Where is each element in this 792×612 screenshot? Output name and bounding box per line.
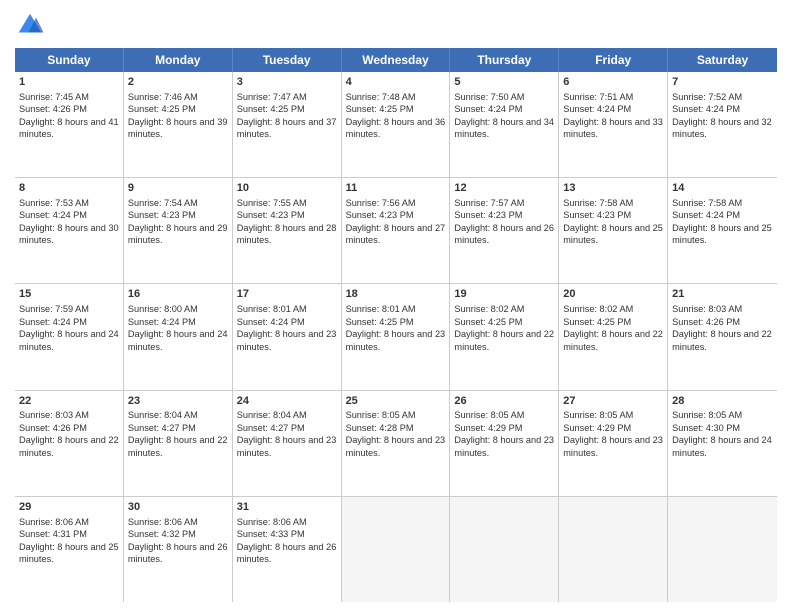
cal-cell-19: 19Sunrise: 8:02 AMSunset: 4:25 PMDayligh… [450, 284, 559, 389]
cal-cell-10: 10Sunrise: 7:55 AMSunset: 4:23 PMDayligh… [233, 178, 342, 283]
day-num: 30 [128, 500, 228, 515]
day-num: 4 [346, 75, 446, 90]
cal-cell-empty [342, 497, 451, 602]
day-num: 20 [563, 287, 663, 302]
cal-cell-empty [450, 497, 559, 602]
day-num: 15 [19, 287, 119, 302]
day-num: 1 [19, 75, 119, 90]
cal-week-3: 15Sunrise: 7:59 AMSunset: 4:24 PMDayligh… [15, 284, 777, 390]
day-num: 8 [19, 181, 119, 196]
day-num: 2 [128, 75, 228, 90]
day-num: 28 [672, 394, 773, 409]
cal-week-1: 1Sunrise: 7:45 AMSunset: 4:26 PMDaylight… [15, 72, 777, 178]
cal-cell-24: 24Sunrise: 8:04 AMSunset: 4:27 PMDayligh… [233, 391, 342, 496]
cal-cell-16: 16Sunrise: 8:00 AMSunset: 4:24 PMDayligh… [124, 284, 233, 389]
cal-week-2: 8Sunrise: 7:53 AMSunset: 4:24 PMDaylight… [15, 178, 777, 284]
cal-cell-9: 9Sunrise: 7:54 AMSunset: 4:23 PMDaylight… [124, 178, 233, 283]
cal-cell-25: 25Sunrise: 8:05 AMSunset: 4:28 PMDayligh… [342, 391, 451, 496]
day-num: 31 [237, 500, 337, 515]
day-num: 22 [19, 394, 119, 409]
cal-cell-3: 3Sunrise: 7:47 AMSunset: 4:25 PMDaylight… [233, 72, 342, 177]
cal-cell-31: 31Sunrise: 8:06 AMSunset: 4:33 PMDayligh… [233, 497, 342, 602]
day-num: 17 [237, 287, 337, 302]
day-num: 24 [237, 394, 337, 409]
day-num: 12 [454, 181, 554, 196]
cal-header-monday: Monday [124, 48, 233, 72]
cal-cell-27: 27Sunrise: 8:05 AMSunset: 4:29 PMDayligh… [559, 391, 668, 496]
day-num: 16 [128, 287, 228, 302]
day-num: 14 [672, 181, 773, 196]
cal-cell-26: 26Sunrise: 8:05 AMSunset: 4:29 PMDayligh… [450, 391, 559, 496]
day-num: 9 [128, 181, 228, 196]
day-num: 10 [237, 181, 337, 196]
cal-week-5: 29Sunrise: 8:06 AMSunset: 4:31 PMDayligh… [15, 497, 777, 602]
day-num: 26 [454, 394, 554, 409]
cal-cell-1: 1Sunrise: 7:45 AMSunset: 4:26 PMDaylight… [15, 72, 124, 177]
cal-week-4: 22Sunrise: 8:03 AMSunset: 4:26 PMDayligh… [15, 391, 777, 497]
day-num: 27 [563, 394, 663, 409]
cal-cell-2: 2Sunrise: 7:46 AMSunset: 4:25 PMDaylight… [124, 72, 233, 177]
day-num: 21 [672, 287, 773, 302]
cal-header-sunday: Sunday [15, 48, 124, 72]
cal-cell-11: 11Sunrise: 7:56 AMSunset: 4:23 PMDayligh… [342, 178, 451, 283]
cal-cell-7: 7Sunrise: 7:52 AMSunset: 4:24 PMDaylight… [668, 72, 777, 177]
day-num: 18 [346, 287, 446, 302]
cal-header-tuesday: Tuesday [233, 48, 342, 72]
cal-cell-8: 8Sunrise: 7:53 AMSunset: 4:24 PMDaylight… [15, 178, 124, 283]
day-num: 6 [563, 75, 663, 90]
logo [15, 10, 49, 40]
cal-cell-18: 18Sunrise: 8:01 AMSunset: 4:25 PMDayligh… [342, 284, 451, 389]
cal-cell-28: 28Sunrise: 8:05 AMSunset: 4:30 PMDayligh… [668, 391, 777, 496]
calendar-page: SundayMondayTuesdayWednesdayThursdayFrid… [0, 0, 792, 612]
cal-header-friday: Friday [559, 48, 668, 72]
cal-cell-empty [559, 497, 668, 602]
day-num: 13 [563, 181, 663, 196]
day-num: 11 [346, 181, 446, 196]
day-num: 23 [128, 394, 228, 409]
cal-cell-13: 13Sunrise: 7:58 AMSunset: 4:23 PMDayligh… [559, 178, 668, 283]
page-header [15, 10, 777, 40]
day-num: 3 [237, 75, 337, 90]
day-num: 5 [454, 75, 554, 90]
cal-cell-23: 23Sunrise: 8:04 AMSunset: 4:27 PMDayligh… [124, 391, 233, 496]
cal-cell-17: 17Sunrise: 8:01 AMSunset: 4:24 PMDayligh… [233, 284, 342, 389]
cal-header-thursday: Thursday [450, 48, 559, 72]
cal-cell-15: 15Sunrise: 7:59 AMSunset: 4:24 PMDayligh… [15, 284, 124, 389]
cal-cell-29: 29Sunrise: 8:06 AMSunset: 4:31 PMDayligh… [15, 497, 124, 602]
cal-header-wednesday: Wednesday [342, 48, 451, 72]
day-num: 29 [19, 500, 119, 515]
day-num: 19 [454, 287, 554, 302]
cal-header-saturday: Saturday [668, 48, 777, 72]
cal-cell-30: 30Sunrise: 8:06 AMSunset: 4:32 PMDayligh… [124, 497, 233, 602]
cal-cell-20: 20Sunrise: 8:02 AMSunset: 4:25 PMDayligh… [559, 284, 668, 389]
cal-cell-14: 14Sunrise: 7:58 AMSunset: 4:24 PMDayligh… [668, 178, 777, 283]
cal-cell-5: 5Sunrise: 7:50 AMSunset: 4:24 PMDaylight… [450, 72, 559, 177]
cal-cell-4: 4Sunrise: 7:48 AMSunset: 4:25 PMDaylight… [342, 72, 451, 177]
day-num: 25 [346, 394, 446, 409]
cal-cell-6: 6Sunrise: 7:51 AMSunset: 4:24 PMDaylight… [559, 72, 668, 177]
cal-cell-12: 12Sunrise: 7:57 AMSunset: 4:23 PMDayligh… [450, 178, 559, 283]
calendar-body: 1Sunrise: 7:45 AMSunset: 4:26 PMDaylight… [15, 72, 777, 602]
calendar-header: SundayMondayTuesdayWednesdayThursdayFrid… [15, 48, 777, 72]
day-num: 7 [672, 75, 773, 90]
logo-icon [15, 10, 45, 40]
cal-cell-21: 21Sunrise: 8:03 AMSunset: 4:26 PMDayligh… [668, 284, 777, 389]
calendar: SundayMondayTuesdayWednesdayThursdayFrid… [15, 48, 777, 602]
cal-cell-22: 22Sunrise: 8:03 AMSunset: 4:26 PMDayligh… [15, 391, 124, 496]
cal-cell-empty [668, 497, 777, 602]
